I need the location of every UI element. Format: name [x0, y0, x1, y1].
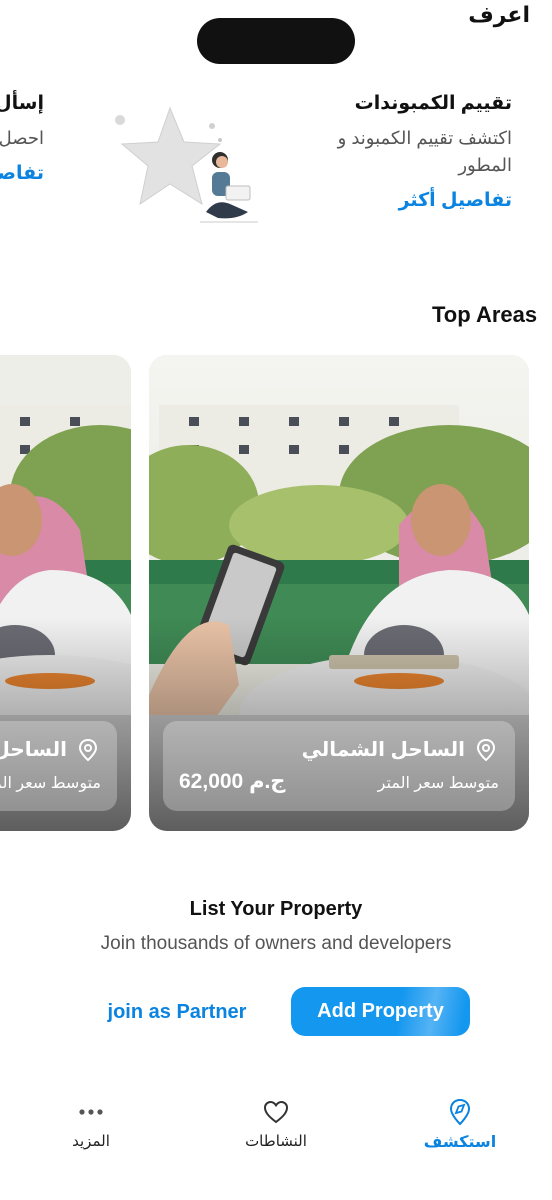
join-partner-button[interactable]: join as Partner: [92, 990, 262, 1034]
rating-illustration: [115, 106, 258, 223]
nav-item-more[interactable]: المزيد: [36, 1098, 146, 1150]
nav-label: المزيد: [72, 1133, 110, 1150]
top-areas-title: Top Areas: [432, 302, 538, 327]
app-screen: اعرف تقييم الكمبوندات اكتشف تقييم الكمبو…: [0, 0, 552, 1200]
nav-label: استكشف: [423, 1134, 497, 1151]
nav-item-explore[interactable]: استكشف: [405, 1098, 515, 1152]
more-details-link[interactable]: تفاصيل أكثر: [399, 189, 512, 212]
bottom-nav: المزيد النشاطات استكشف: [0, 1090, 552, 1200]
area-price: 62,000 ج.م: [179, 770, 286, 793]
dynamic-island: [197, 18, 355, 64]
ask-expert-card[interactable]: إسأل أ احصل من س تفاصيل: [0, 92, 44, 185]
nav-label: النشاطات: [245, 1133, 307, 1150]
area-card[interactable]: الساحل متوسط سعر الم: [0, 355, 131, 831]
area-location: الساحل الشمالي: [302, 737, 497, 762]
area-info-panel: الساحل الشمالي متوسط سعر المتر 62,000 ج.…: [163, 721, 515, 811]
area-name: الساحل الشمالي: [301, 739, 465, 761]
more-dots-icon: [79, 1109, 103, 1115]
area-info-panel: الساحل متوسط سعر الم: [0, 721, 117, 811]
area-card[interactable]: الساحل الشمالي متوسط سعر المتر 62,000 ج.…: [149, 355, 529, 831]
card-description: احصل من س: [0, 128, 44, 148]
location-pin-icon: [78, 738, 98, 761]
location-pin-icon: [476, 738, 496, 761]
card-title: تقييم الكمبوندات: [354, 93, 512, 114]
section-label: اعرف: [468, 2, 530, 27]
compound-rating-card[interactable]: تقييم الكمبوندات اكتشف تقييم الكمبوند و …: [312, 92, 512, 212]
heart-icon: [263, 1100, 289, 1124]
list-property-title: List Your Property: [189, 898, 363, 920]
card-title: إسأل أ: [0, 93, 44, 114]
area-subtitle: متوسط سعر المتر: [377, 775, 499, 792]
explore-pin-icon: [449, 1098, 471, 1126]
add-property-button[interactable]: Add Property: [291, 987, 470, 1036]
area-subtitle: متوسط سعر الم: [0, 775, 101, 792]
more-details-link[interactable]: تفاصيل: [0, 162, 44, 185]
area-name: الساحل: [0, 739, 67, 761]
nav-item-activities[interactable]: النشاطات: [221, 1098, 331, 1150]
card-description: اكتشف تقييم الكمبوند و المطور: [337, 128, 512, 175]
area-location: الساحل: [0, 737, 99, 762]
list-property-subtitle: Join thousands of owners and developers: [100, 933, 452, 954]
